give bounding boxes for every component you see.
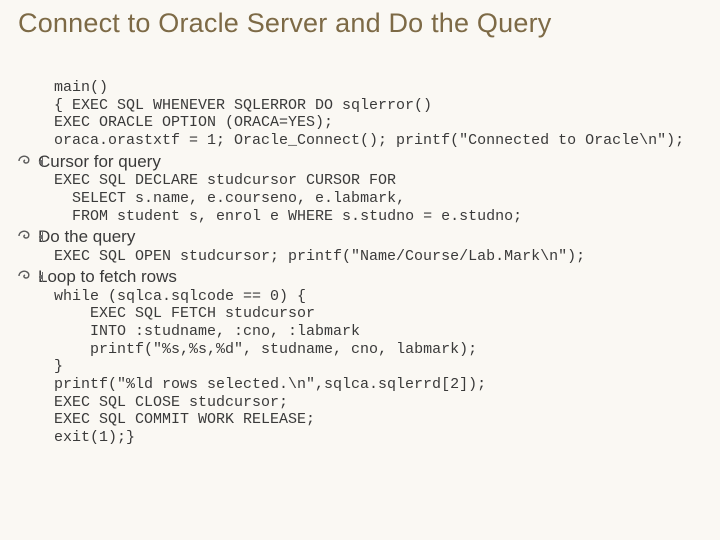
section-head-row: Do the query — [18, 227, 702, 247]
bullet-icon — [18, 229, 34, 243]
section-doquery: Do the query EXEC SQL OPEN studcursor; p… — [18, 227, 702, 265]
bullet-icon — [18, 154, 34, 168]
section-cursor: Cursor for query EXEC SQL DECLARE studcu… — [18, 152, 702, 225]
section-loop: Loop to fetch rows while (sqlca.sqlcode … — [18, 267, 702, 447]
code-cursor: EXEC SQL DECLARE studcursor CURSOR FOR S… — [54, 172, 702, 225]
slide: Connect to Oracle Server and Do the Quer… — [0, 0, 720, 457]
section-heading: Do the query — [38, 227, 135, 246]
section-head-row: Cursor for query — [18, 152, 702, 172]
page-title: Connect to Oracle Server and Do the Quer… — [18, 8, 702, 39]
bullet-icon — [18, 269, 34, 283]
intro-block: main() { EXEC SQL WHENEVER SQLERROR DO s… — [54, 79, 702, 150]
section-heading: Loop to fetch rows — [38, 267, 177, 286]
section-heading: Cursor for query — [38, 152, 161, 171]
code-intro: main() { EXEC SQL WHENEVER SQLERROR DO s… — [54, 79, 702, 150]
section-head-row: Loop to fetch rows — [18, 267, 702, 287]
code-doquery: EXEC SQL OPEN studcursor; printf("Name/C… — [54, 248, 702, 266]
code-loop: while (sqlca.sqlcode == 0) { EXEC SQL FE… — [54, 288, 702, 447]
